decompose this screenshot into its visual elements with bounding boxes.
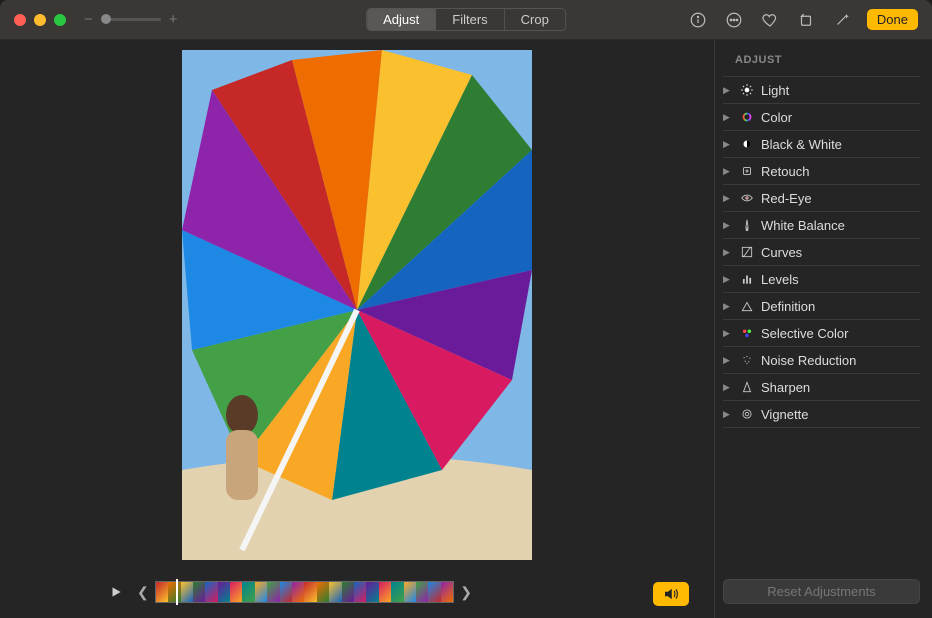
adjust-light-label: Light <box>761 83 789 98</box>
adjust-definition-label: Definition <box>761 299 815 314</box>
favorite-button[interactable] <box>759 9 781 31</box>
black-white-icon <box>739 136 755 152</box>
chevron-right-icon: ▶ <box>723 328 733 339</box>
chevron-right-icon: ▶ <box>723 247 733 258</box>
zoom-thumb[interactable] <box>101 14 111 24</box>
adjust-levels-label: Levels <box>761 272 799 287</box>
sidebar-title: ADJUST <box>723 50 920 77</box>
adjust-red-eye[interactable]: ▶ Red-Eye <box>723 185 920 212</box>
reset-adjustments-button[interactable]: Reset Adjustments <box>723 579 920 604</box>
adjust-levels[interactable]: ▶ Levels <box>723 266 920 293</box>
close-window-button[interactable] <box>14 14 26 26</box>
white-balance-icon <box>739 217 755 233</box>
chevron-right-icon: ▶ <box>723 409 733 420</box>
edit-mode-tabs: Adjust Filters Crop <box>366 8 566 31</box>
chevron-right-icon: ▶ <box>723 355 733 366</box>
maximize-window-button[interactable] <box>54 14 66 26</box>
volume-button[interactable] <box>653 582 689 606</box>
adjust-white-balance-label: White Balance <box>761 218 845 233</box>
adjust-vignette-label: Vignette <box>761 407 808 422</box>
adjust-color[interactable]: ▶ Color <box>723 104 920 131</box>
playhead[interactable] <box>176 579 178 605</box>
adjust-red-eye-label: Red-Eye <box>761 191 812 206</box>
curves-icon <box>739 244 755 260</box>
auto-enhance-button[interactable] <box>831 9 853 31</box>
adjust-vignette[interactable]: ▶ Vignette <box>723 401 920 428</box>
adjust-curves-label: Curves <box>761 245 802 260</box>
photo-canvas: ❮ <box>0 40 714 618</box>
titlebar: − + Adjust Filters Crop Done <box>0 0 932 40</box>
adjust-definition[interactable]: ▶ Definition <box>723 293 920 320</box>
light-icon <box>739 82 755 98</box>
trim-end-handle[interactable]: ❯ <box>458 584 474 601</box>
photo-preview[interactable] <box>182 50 532 560</box>
adjust-selective-color[interactable]: ▶ Selective Color <box>723 320 920 347</box>
chevron-right-icon: ▶ <box>723 166 733 177</box>
adjust-selective-color-label: Selective Color <box>761 326 848 341</box>
toolbar-right: Done <box>687 9 918 31</box>
chevron-right-icon: ▶ <box>723 193 733 204</box>
adjustments-list: ▶ Light ▶ Color ▶ Black & White <box>723 77 920 428</box>
info-button[interactable] <box>687 9 709 31</box>
more-options-button[interactable] <box>723 9 745 31</box>
trim-start-handle[interactable]: ❮ <box>135 584 151 601</box>
adjust-curves[interactable]: ▶ Curves <box>723 239 920 266</box>
red-eye-icon <box>739 190 755 206</box>
tab-adjust[interactable]: Adjust <box>367 9 436 30</box>
main: ❮ <box>0 40 932 618</box>
adjust-black-white[interactable]: ▶ Black & White <box>723 131 920 158</box>
chevron-right-icon: ▶ <box>723 301 733 312</box>
color-icon <box>739 109 755 125</box>
chevron-right-icon: ▶ <box>723 220 733 231</box>
zoom-out-icon: − <box>84 11 93 28</box>
done-button[interactable]: Done <box>867 9 918 30</box>
adjust-noise-reduction-label: Noise Reduction <box>761 353 856 368</box>
tab-filters[interactable]: Filters <box>436 9 504 30</box>
adjust-color-label: Color <box>761 110 792 125</box>
adjust-retouch[interactable]: ▶ Retouch <box>723 158 920 185</box>
adjust-white-balance[interactable]: ▶ White Balance <box>723 212 920 239</box>
levels-icon <box>739 271 755 287</box>
vignette-icon <box>739 406 755 422</box>
sharpen-icon <box>739 379 755 395</box>
video-timeline: ❮ <box>105 580 474 604</box>
filmstrip[interactable] <box>155 581 455 603</box>
retouch-icon <box>739 163 755 179</box>
play-button[interactable] <box>105 581 127 603</box>
selective-color-icon <box>739 325 755 341</box>
adjust-black-white-label: Black & White <box>761 137 842 152</box>
rotate-button[interactable] <box>795 9 817 31</box>
zoom-track[interactable] <box>101 18 161 21</box>
chevron-right-icon: ▶ <box>723 112 733 123</box>
definition-icon <box>739 298 755 314</box>
noise-reduction-icon <box>739 352 755 368</box>
photo-image <box>182 50 532 560</box>
tab-crop[interactable]: Crop <box>505 9 565 30</box>
adjust-sharpen-label: Sharpen <box>761 380 810 395</box>
minimize-window-button[interactable] <box>34 14 46 26</box>
thumbnail-size-slider[interactable]: − + <box>84 11 178 28</box>
adjust-sidebar: ADJUST ▶ Light ▶ Color ▶ <box>714 40 932 618</box>
adjust-sharpen[interactable]: ▶ Sharpen <box>723 374 920 401</box>
zoom-in-icon: + <box>169 11 178 28</box>
adjust-light[interactable]: ▶ Light <box>723 77 920 104</box>
chevron-right-icon: ▶ <box>723 382 733 393</box>
chevron-right-icon: ▶ <box>723 85 733 96</box>
adjust-noise-reduction[interactable]: ▶ Noise Reduction <box>723 347 920 374</box>
chevron-right-icon: ▶ <box>723 139 733 150</box>
adjust-retouch-label: Retouch <box>761 164 809 179</box>
window-controls <box>14 14 66 26</box>
chevron-right-icon: ▶ <box>723 274 733 285</box>
